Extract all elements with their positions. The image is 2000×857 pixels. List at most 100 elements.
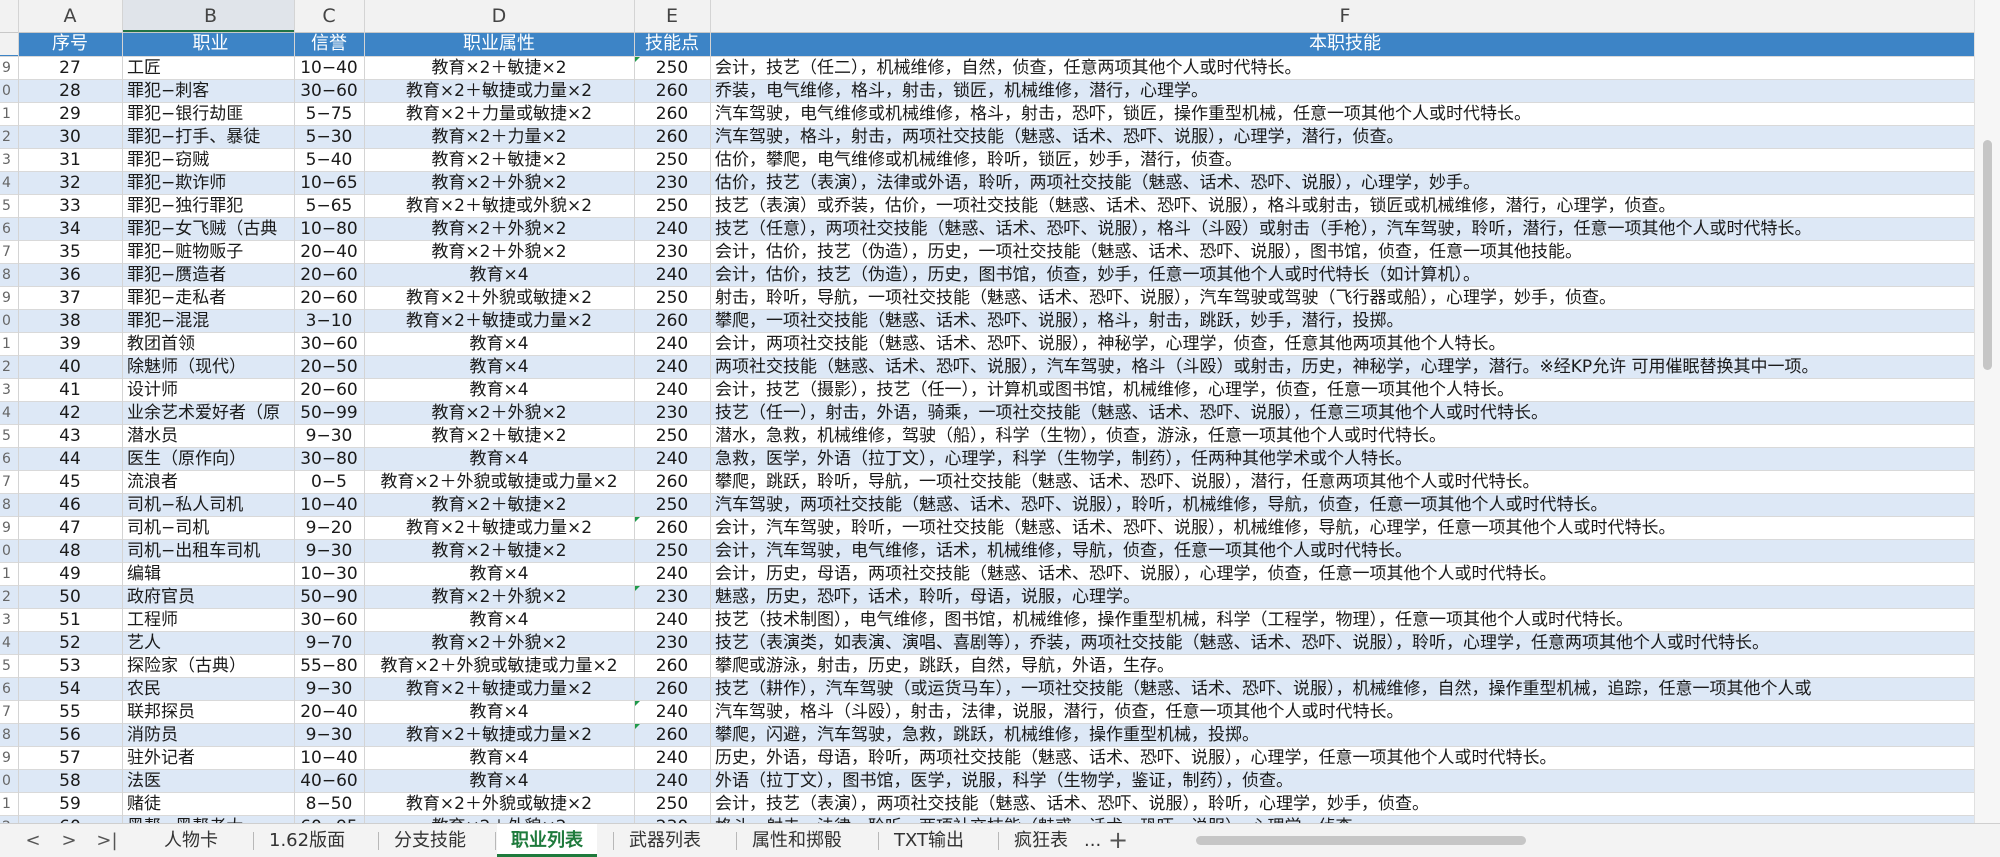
cell-attributes[interactable]: 教育×2＋力量×2 bbox=[364, 126, 634, 148]
cell-skill-points[interactable]: 250 bbox=[634, 149, 710, 171]
cell-attributes[interactable]: 教育×4 bbox=[364, 770, 634, 792]
cell-seq[interactable]: 55 bbox=[18, 701, 122, 723]
row-number[interactable]: 8 bbox=[0, 724, 18, 746]
cell-job[interactable]: 法医 bbox=[122, 770, 294, 792]
cell-skill-points[interactable]: 240 bbox=[634, 747, 710, 769]
sheet-tab[interactable]: 武器列表 bbox=[615, 824, 715, 857]
cell-credit[interactable]: 5−30 bbox=[294, 126, 364, 148]
cell-skills[interactable]: 会计，两项社交技能（魅惑、话术、恐吓、说服），神秘学，心理学，侦查，任意其他两项… bbox=[710, 333, 1975, 355]
cell-job[interactable]: 罪犯−独行罪犯 bbox=[122, 195, 294, 217]
cell-skills[interactable]: 技艺（任意），两项社交技能（魅惑、话术、恐吓、说服），格斗（斗殴）或射击（手枪）… bbox=[710, 218, 1975, 240]
cell-credit[interactable]: 9−70 bbox=[294, 632, 364, 654]
cell-skill-points[interactable]: 240 bbox=[634, 379, 710, 401]
cell-skill-points[interactable]: 260 bbox=[634, 517, 710, 539]
cell-skills[interactable]: 射击，聆听，导航，一项社交技能（魅惑、话术、恐吓、说服），汽车驾驶或驾驶（飞行器… bbox=[710, 287, 1975, 309]
row-number[interactable]: 9 bbox=[0, 57, 18, 79]
cell-skills[interactable]: 技艺（任一），射击，外语，骑乘，一项社交技能（魅惑、话术、恐吓、说服），任意三项… bbox=[710, 402, 1975, 424]
row-number[interactable]: 0 bbox=[0, 540, 18, 562]
cell-credit[interactable]: 30−60 bbox=[294, 333, 364, 355]
cell-skills[interactable]: 攀爬，闪避，汽车驾驶，急救，跳跃，机械维修，操作重型机械，投掷。 bbox=[710, 724, 1975, 746]
sheet-tab[interactable]: 人物卡 bbox=[150, 824, 232, 857]
cell-job[interactable]: 工匠 bbox=[122, 57, 294, 79]
cell-seq[interactable]: 54 bbox=[18, 678, 122, 700]
cell-skill-points[interactable]: 240 bbox=[634, 356, 710, 378]
cell-skills[interactable]: 会计，汽车驾驶，聆听，一项社交技能（魅惑、话术、恐吓、说服），机械维修，导航，心… bbox=[710, 517, 1975, 539]
cell-attributes[interactable]: 教育×2＋外貌或敏捷×2 bbox=[364, 793, 634, 815]
sheet-tab[interactable]: 分支技能 bbox=[380, 824, 480, 857]
cell-seq[interactable]: 48 bbox=[18, 540, 122, 562]
cell-attributes[interactable]: 教育×2＋外貌或敏捷×2 bbox=[364, 287, 634, 309]
cell-attributes[interactable]: 教育×4 bbox=[364, 609, 634, 631]
header-seq[interactable]: 序号 bbox=[18, 33, 122, 55]
cell-credit[interactable]: 5−65 bbox=[294, 195, 364, 217]
cell-attributes[interactable]: 教育×2＋敏捷或外貌×2 bbox=[364, 195, 634, 217]
cell-attributes[interactable]: 教育×2＋敏捷×2 bbox=[364, 149, 634, 171]
cell-seq[interactable]: 42 bbox=[18, 402, 122, 424]
cell-seq[interactable]: 29 bbox=[18, 103, 122, 125]
header-skill-points[interactable]: 技能点 bbox=[634, 33, 710, 55]
row-number[interactable]: 6 bbox=[0, 218, 18, 240]
cell-job[interactable]: 罪犯−打手、暴徒 bbox=[122, 126, 294, 148]
cell-skill-points[interactable]: 250 bbox=[634, 57, 710, 79]
cell-job[interactable]: 赌徒 bbox=[122, 793, 294, 815]
column-header-f[interactable]: F bbox=[710, 0, 1975, 32]
cell-job[interactable]: 除魅师（现代） bbox=[122, 356, 294, 378]
cell-credit[interactable]: 10−30 bbox=[294, 563, 364, 585]
cell-attributes[interactable]: 教育×4 bbox=[364, 333, 634, 355]
row-number[interactable]: 9 bbox=[0, 517, 18, 539]
horizontal-scrollbar[interactable] bbox=[1190, 832, 1960, 848]
cell-seq[interactable]: 41 bbox=[18, 379, 122, 401]
cell-credit[interactable]: 5−75 bbox=[294, 103, 364, 125]
cell-seq[interactable]: 51 bbox=[18, 609, 122, 631]
cell-job[interactable]: 罪犯−混混 bbox=[122, 310, 294, 332]
cell-skills[interactable]: 潜水，急救，机械维修，驾驶（船），科学（生物），侦查，游泳，任意一项其他个人或时… bbox=[710, 425, 1975, 447]
cell-job[interactable]: 农民 bbox=[122, 678, 294, 700]
header-credit[interactable]: 信誉 bbox=[294, 33, 364, 55]
cell-seq[interactable]: 52 bbox=[18, 632, 122, 654]
cell-skills[interactable]: 技艺（表演）或乔装，估价，一项社交技能（魅惑、话术、恐吓、说服），格斗或射击，锁… bbox=[710, 195, 1975, 217]
cell-seq[interactable]: 36 bbox=[18, 264, 122, 286]
vertical-scrollbar[interactable] bbox=[1974, 0, 2000, 823]
cell-skill-points[interactable]: 250 bbox=[634, 540, 710, 562]
cell-credit[interactable]: 9−30 bbox=[294, 678, 364, 700]
column-header-e[interactable]: E bbox=[634, 0, 710, 32]
cell-seq[interactable]: 38 bbox=[18, 310, 122, 332]
cell-job[interactable]: 设计师 bbox=[122, 379, 294, 401]
cell-skills[interactable]: 攀爬或游泳，射击，历史，跳跃，自然，导航，外语，生存。 bbox=[710, 655, 1975, 677]
cell-attributes[interactable]: 教育×4 bbox=[364, 701, 634, 723]
row-number[interactable]: 6 bbox=[0, 448, 18, 470]
row-number[interactable]: 1 bbox=[0, 793, 18, 815]
cell-skill-points[interactable]: 260 bbox=[634, 678, 710, 700]
cell-credit[interactable]: 20−60 bbox=[294, 264, 364, 286]
cell-skill-points[interactable]: 230 bbox=[634, 172, 710, 194]
cell-skills[interactable]: 会计，技艺（任二），机械维修，自然，侦查，任意两项其他个人或时代特长。 bbox=[710, 57, 1975, 79]
cell-job[interactable]: 政府官员 bbox=[122, 586, 294, 608]
cell-credit[interactable]: 10−40 bbox=[294, 747, 364, 769]
cell-credit[interactable]: 40−60 bbox=[294, 770, 364, 792]
row-number[interactable]: 0 bbox=[0, 770, 18, 792]
cell-seq[interactable]: 43 bbox=[18, 425, 122, 447]
cell-attributes[interactable]: 教育×2＋敏捷或力量×2 bbox=[364, 310, 634, 332]
header-job[interactable]: 职业 bbox=[122, 33, 294, 55]
cell-skills[interactable]: 会计，历史，母语，两项社交技能（魅惑、话术、恐吓、说服），心理学，侦查，任意一项… bbox=[710, 563, 1975, 585]
cell-seq[interactable]: 50 bbox=[18, 586, 122, 608]
cell-attributes[interactable]: 教育×2＋敏捷×2 bbox=[364, 425, 634, 447]
cell-attributes[interactable]: 教育×4 bbox=[364, 747, 634, 769]
row-number[interactable]: 2 bbox=[0, 586, 18, 608]
row-number[interactable]: 3 bbox=[0, 609, 18, 631]
cell-skills[interactable]: 急救，医学，外语（拉丁文），心理学，科学（生物学，制药），任两种其他学术或个人特… bbox=[710, 448, 1975, 470]
row-number[interactable]: 0 bbox=[0, 80, 18, 102]
horizontal-scroll-thumb[interactable] bbox=[1196, 836, 1526, 845]
cell-job[interactable]: 罪犯−欺诈师 bbox=[122, 172, 294, 194]
cell-job[interactable]: 探险家（古典） bbox=[122, 655, 294, 677]
cell-skill-points[interactable]: 230 bbox=[634, 632, 710, 654]
column-header-a[interactable]: A bbox=[18, 0, 122, 32]
prev-sheet-icon[interactable]: < bbox=[18, 824, 48, 857]
cell-attributes[interactable]: 教育×4 bbox=[364, 356, 634, 378]
row-number[interactable]: 6 bbox=[0, 678, 18, 700]
cell-credit[interactable]: 9−30 bbox=[294, 724, 364, 746]
cell-skills[interactable]: 估价，技艺（表演），法律或外语，聆听，两项社交技能（魅惑、话术、恐吓、说服），心… bbox=[710, 172, 1975, 194]
cell-seq[interactable]: 53 bbox=[18, 655, 122, 677]
cell-attributes[interactable]: 教育×2＋外貌或敏捷或力量×2 bbox=[364, 655, 634, 677]
cell-skill-points[interactable]: 230 bbox=[634, 402, 710, 424]
